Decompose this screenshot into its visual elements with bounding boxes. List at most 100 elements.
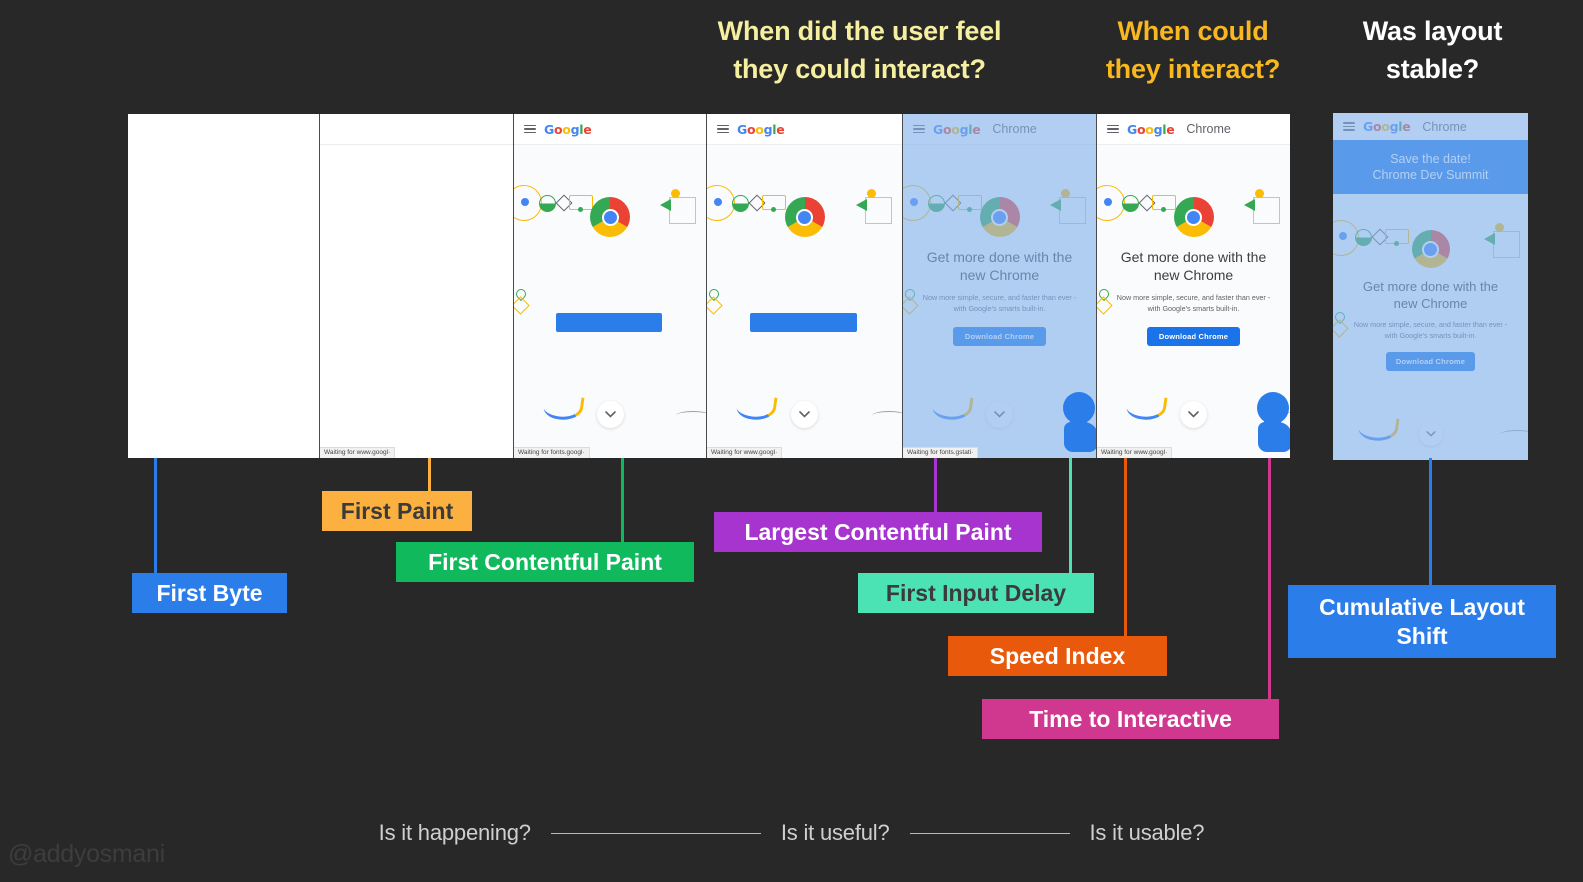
page-topbar: Google Chrome: [1097, 114, 1290, 145]
filmstrip-frame-3[interactable]: Google Waiting for fonts.googl·: [514, 114, 707, 458]
download-chrome-button[interactable]: Download Chrome: [953, 327, 1046, 346]
chrome-logo: [784, 197, 825, 237]
page-hero: Get more done with the new Chrome Now mo…: [1333, 194, 1528, 460]
doodle-yellow-dot: [1061, 189, 1070, 198]
doodle-blue-dot: [1104, 198, 1112, 206]
chevron-down-icon[interactable]: [791, 401, 818, 428]
chrome-logo: [979, 197, 1020, 237]
metric-label: Time to Interactive: [1029, 705, 1232, 732]
doodle-blue-dot: [910, 198, 918, 206]
filmstrip-frame-7[interactable]: Google Chrome Save the date! Chrome Dev …: [1333, 113, 1528, 460]
filmstrip-frame-1[interactable]: [128, 114, 320, 458]
page-blank: [128, 114, 319, 458]
metric-label: Largest Contentful Paint: [744, 518, 1012, 545]
page-topbar: Google: [707, 114, 902, 145]
google-logo: Google: [737, 121, 785, 137]
hamburger-icon[interactable]: [1107, 124, 1119, 134]
doodle-yellow-diamond: [707, 296, 723, 315]
page-hero: [707, 145, 902, 458]
connector-line-cls: [1429, 458, 1432, 586]
doodle-green-half-circle: [732, 195, 749, 212]
page-hero: [514, 145, 706, 458]
footer-phase-captions: Is it happening? Is it useful? Is it usa…: [0, 812, 1583, 854]
hamburger-icon[interactable]: [717, 124, 729, 134]
chevron-down-icon[interactable]: [1418, 422, 1443, 446]
doodle-wave: [872, 411, 902, 420]
hero-headline: Get more done with the new Chrome: [1362, 279, 1499, 312]
metric-pill-first-contentful-paint[interactable]: First Contentful Paint: [396, 542, 694, 582]
doodle-yellow-dot: [867, 189, 876, 198]
doodle-green-dot: [1161, 207, 1166, 212]
cta-placeholder-button[interactable]: [556, 313, 662, 332]
cta-placeholder-button[interactable]: [749, 313, 858, 332]
chevron-down-icon[interactable]: [1180, 401, 1207, 428]
doodle-green-triangle: [1484, 233, 1495, 245]
hamburger-icon[interactable]: [1343, 122, 1355, 131]
metric-pill-first-byte[interactable]: First Byte: [132, 573, 287, 613]
download-chrome-button[interactable]: Download Chrome: [1147, 327, 1240, 346]
chevron-down-icon[interactable]: [596, 401, 624, 428]
page-blank: [320, 114, 513, 458]
chrome-wordmark: Chrome: [992, 122, 1037, 136]
doodle-green-dot: [578, 207, 583, 212]
doodle-swoosh: [1357, 413, 1400, 444]
footer-divider-2: [909, 832, 1070, 834]
doodle-green-dot: [1394, 241, 1399, 246]
filmstrip-frame-2[interactable]: Waiting for www.googl·: [320, 114, 514, 458]
infographic-canvas: When did the user feel they could intera…: [0, 0, 1583, 882]
doodle-blue-square: [1253, 197, 1280, 224]
tap-hand-cursor: [1250, 392, 1290, 454]
doodle-yellow-dot: [1495, 223, 1504, 232]
hamburger-icon[interactable]: [913, 124, 925, 134]
doodle-blue-dot: [521, 198, 529, 206]
metric-label: Speed Index: [989, 642, 1126, 669]
doodle-wave: [1500, 430, 1528, 439]
metric-pill-speed-index[interactable]: Speed Index: [948, 636, 1167, 676]
page-topbar: Google Chrome: [903, 114, 1096, 145]
connector-line-fp: [428, 458, 431, 492]
filmstrip-frame-4[interactable]: Google Waiting for www.googl·: [707, 114, 903, 458]
doodle-blue-square: [865, 197, 892, 224]
filmstrip-frame-6[interactable]: Google Chrome Get more done with the new…: [1097, 114, 1290, 458]
doodle-swoosh: [931, 392, 974, 423]
doodle-swoosh: [1125, 392, 1168, 423]
hero-headline: Get more done with the new Chrome: [926, 249, 1073, 284]
heading-actual-interactivity: When could they interact?: [1105, 16, 1281, 85]
doodle-green-half-circle: [1122, 195, 1139, 212]
header-rule: [320, 144, 513, 145]
connector-line-tti: [1268, 458, 1271, 700]
status-tooltip: Waiting for fonts.googl·: [514, 446, 590, 458]
footer-caption-useful: Is it useful?: [780, 820, 890, 845]
promo-banner[interactable]: Save the date! Chrome Dev Summit: [1333, 140, 1528, 194]
hamburger-icon[interactable]: [524, 124, 536, 134]
download-chrome-button[interactable]: Download Chrome: [1385, 352, 1476, 371]
doodle-green-half-circle: [928, 195, 945, 212]
footer-caption-happening: Is it happening?: [378, 820, 531, 845]
page-topbar: Google: [514, 114, 706, 145]
hero-subtext: Now more simple, secure, and faster than…: [1353, 320, 1508, 340]
status-tooltip: Waiting for www.googl·: [1097, 446, 1173, 458]
chrome-logo: [1173, 197, 1214, 237]
metric-pill-cumulative-layout-shift[interactable]: Cumulative Layout Shift: [1288, 585, 1556, 658]
doodle-yellow-diamond: [514, 296, 530, 315]
filmstrip-frame-5[interactable]: Google Chrome Get more done with the new…: [903, 114, 1097, 458]
metric-pill-largest-contentful-paint[interactable]: Largest Contentful Paint: [714, 512, 1042, 552]
chevron-down-icon[interactable]: [986, 401, 1013, 428]
metric-pill-first-paint[interactable]: First Paint: [322, 491, 472, 531]
connector-line-lcp: [934, 458, 937, 513]
metric-pill-first-input-delay[interactable]: First Input Delay: [858, 573, 1094, 613]
connector-line-ttfb: [154, 458, 157, 574]
chrome-wordmark: Chrome: [1422, 119, 1467, 134]
chrome-wordmark: Chrome: [1186, 122, 1231, 136]
doodle-green-triangle: [1244, 199, 1255, 211]
doodle-swoosh: [735, 392, 778, 423]
metric-pill-time-to-interactive[interactable]: Time to Interactive: [982, 699, 1279, 739]
doodle-green-half-circle: [539, 195, 556, 212]
doodle-swoosh: [542, 392, 585, 423]
page-topbar: Google Chrome: [1333, 113, 1528, 141]
metric-label: First Paint: [340, 497, 454, 524]
connector-line-fcp: [621, 458, 624, 543]
doodle-blue-square: [1493, 231, 1520, 258]
doodle-blue-square: [669, 197, 696, 224]
doodle-yellow-dot: [671, 189, 680, 198]
